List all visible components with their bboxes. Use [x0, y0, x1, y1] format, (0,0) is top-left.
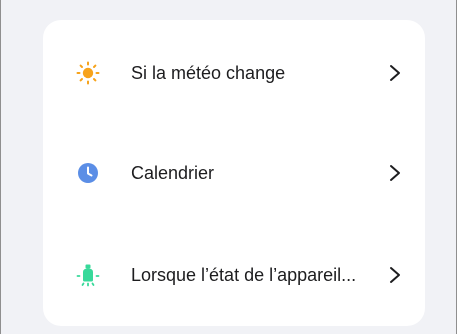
condition-item-weather-change[interactable]: Si la météo change — [43, 43, 425, 103]
condition-item-label: Calendrier — [131, 163, 215, 183]
condition-item-label: Si la météo change — [131, 63, 286, 83]
condition-item-device-state[interactable]: Lorsque l’état de l’appareil... — [43, 245, 425, 305]
chevron-right-icon — [387, 63, 403, 83]
chevron-right-icon — [387, 163, 403, 183]
sun-icon — [76, 61, 100, 85]
condition-item-label: Lorsque l’état de l’appareil... — [131, 265, 357, 285]
chevron-right-icon — [387, 265, 403, 285]
condition-item-calendar[interactable]: Calendrier — [43, 143, 425, 203]
window-border-left — [0, 0, 1, 334]
condition-list-card: Si la météo change Calendrier Lorsque l’… — [43, 20, 425, 326]
device-bulb-icon — [76, 263, 100, 287]
clock-icon — [76, 161, 100, 185]
